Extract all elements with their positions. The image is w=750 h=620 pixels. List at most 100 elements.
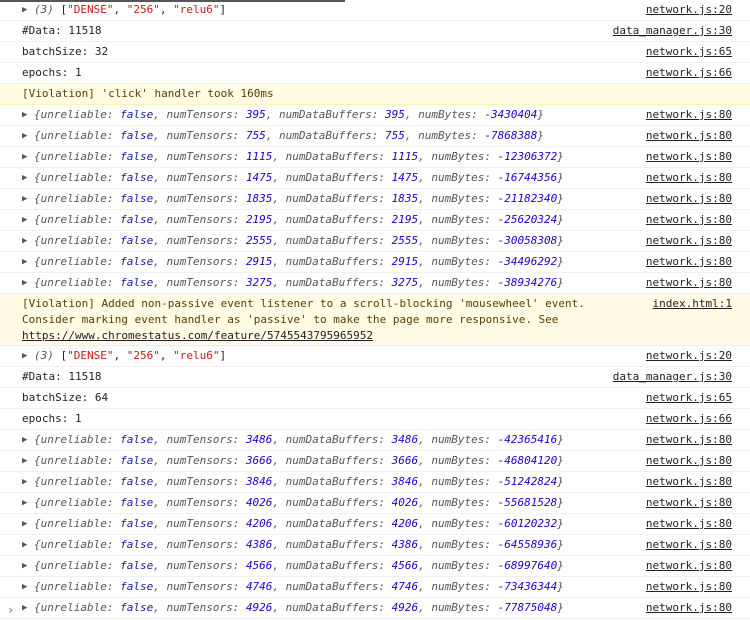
log-message: epochs: 1 [22,66,82,79]
memory-log-row[interactable]: ▶ {unreliable: false, numTensors: 755, nu… [0,126,750,147]
memory-log-row[interactable]: ▶ {unreliable: false, numTensors: 4566, n… [0,556,750,577]
expand-triangle-icon[interactable]: ▶ [22,252,27,272]
memory-log-row[interactable]: ▶ {unreliable: false, numTensors: 3486, n… [0,430,750,451]
source-link[interactable]: network.js:80 [646,451,732,471]
log-message: (3) ["DENSE", "256", "relu6"] [34,3,227,16]
prompt-chevron-icon: › [7,603,15,617]
source-link[interactable]: network.js:80 [646,556,732,576]
expand-triangle-icon[interactable]: ▶ [22,210,27,230]
source-link[interactable]: network.js:80 [646,493,732,513]
console-prompt[interactable]: › [0,601,750,620]
console-panel: ▶ (3) ["DENSE", "256", "relu6"] network.… [0,0,750,620]
source-link[interactable]: network.js:80 [646,168,732,188]
log-message: {unreliable: false, numTensors: 755, num… [34,129,544,142]
memory-log-row[interactable]: ▶ {unreliable: false, numTensors: 4206, n… [0,514,750,535]
log-message: {unreliable: false, numTensors: 3486, nu… [34,433,564,446]
expand-triangle-icon[interactable]: ▶ [22,0,27,20]
source-link[interactable]: network.js:20 [646,346,732,366]
source-link[interactable]: network.js:80 [646,105,732,125]
log-message: epochs: 1 [22,412,82,425]
source-link[interactable]: network.js:80 [646,189,732,209]
source-link[interactable]: network.js:80 [646,147,732,167]
log-message: {unreliable: false, numTensors: 4386, nu… [34,538,564,551]
source-link[interactable]: network.js:80 [646,472,732,492]
log-message: #Data: 11518 [22,24,102,37]
expand-triangle-icon[interactable]: ▶ [22,168,27,188]
source-link[interactable]: network.js:80 [646,577,732,597]
log-message: {unreliable: false, numTensors: 3846, nu… [34,475,564,488]
log-message: #Data: 11518 [22,370,102,383]
expand-triangle-icon[interactable]: ▶ [22,273,27,293]
source-link[interactable]: index.html:1 [653,296,732,312]
expand-triangle-icon[interactable]: ▶ [22,451,27,471]
log-message: batchSize: 64 [22,391,109,404]
log-message: {unreliable: false, numTensors: 2555, nu… [34,234,564,247]
source-link[interactable]: network.js:66 [646,409,732,429]
expand-triangle-icon[interactable]: ▶ [22,535,27,555]
source-link[interactable]: network.js:65 [646,388,732,408]
memory-log-row[interactable]: ▶ {unreliable: false, numTensors: 4746, n… [0,577,750,598]
log-message: {unreliable: false, numTensors: 4026, nu… [34,496,564,509]
source-link[interactable]: network.js:80 [646,535,732,555]
expand-triangle-icon[interactable]: ▶ [22,577,27,597]
memory-log-row[interactable]: ▶ {unreliable: false, numTensors: 395, nu… [0,105,750,126]
source-link[interactable]: network.js:80 [646,210,732,230]
log-message: {unreliable: false, numTensors: 2915, nu… [34,255,564,268]
source-link[interactable]: data_manager.js:30 [613,367,732,387]
expand-triangle-icon[interactable]: ▶ [22,189,27,209]
expand-triangle-icon[interactable]: ▶ [22,346,27,366]
memory-log-row[interactable]: ▶ {unreliable: false, numTensors: 4026, n… [0,493,750,514]
log-message: {unreliable: false, numTensors: 3666, nu… [34,454,564,467]
source-link[interactable]: network.js:80 [646,514,732,534]
expand-triangle-icon[interactable]: ▶ [22,126,27,146]
expand-triangle-icon[interactable]: ▶ [22,430,27,450]
chromestatus-link[interactable]: https://www.chromestatus.com/feature/574… [22,329,373,342]
memory-log-group: ▶ {unreliable: false, numTensors: 395, nu… [0,105,750,294]
source-link[interactable]: network.js:80 [646,252,732,272]
source-link[interactable]: network.js:80 [646,126,732,146]
source-link[interactable]: network.js:20 [646,0,732,20]
expand-triangle-icon[interactable]: ▶ [22,514,27,534]
memory-log-row[interactable]: ▶ {unreliable: false, numTensors: 3666, n… [0,451,750,472]
log-message: {unreliable: false, numTensors: 1835, nu… [34,192,564,205]
passive-violation-row: [Violation] Added non-passive event list… [0,294,750,346]
log-row: #Data: 11518 data_manager.js:30 [0,21,750,42]
source-link[interactable]: network.js:65 [646,42,732,62]
memory-log-row[interactable]: ▶ {unreliable: false, numTensors: 3275, n… [0,273,750,294]
log-row: epochs: 1 network.js:66 [0,409,750,430]
source-link[interactable]: network.js:80 [646,273,732,293]
expand-triangle-icon[interactable]: ▶ [22,472,27,492]
log-message: {unreliable: false, numTensors: 4566, nu… [34,559,564,572]
expand-triangle-icon[interactable]: ▶ [22,147,27,167]
memory-log-row[interactable]: ▶ {unreliable: false, numTensors: 1475, n… [0,168,750,189]
log-row: #Data: 11518 data_manager.js:30 [0,367,750,388]
memory-log-row[interactable]: ▶ {unreliable: false, numTensors: 2915, n… [0,252,750,273]
memory-log-row[interactable]: ▶ {unreliable: false, numTensors: 1835, n… [0,189,750,210]
log-message: {unreliable: false, numTensors: 3275, nu… [34,276,564,289]
memory-log-row[interactable]: ▶ {unreliable: false, numTensors: 2555, n… [0,231,750,252]
log-message: (3) ["DENSE", "256", "relu6"] [34,349,227,362]
expand-triangle-icon[interactable]: ▶ [22,556,27,576]
log-message: {unreliable: false, numTensors: 1475, nu… [34,171,564,184]
memory-log-row[interactable]: ▶ {unreliable: false, numTensors: 1115, n… [0,147,750,168]
source-link[interactable]: network.js:80 [646,430,732,450]
source-link[interactable]: network.js:66 [646,63,732,83]
log-message: {unreliable: false, numTensors: 395, num… [34,108,544,121]
log-message: {unreliable: false, numTensors: 1115, nu… [34,150,564,163]
expand-triangle-icon[interactable]: ▶ [22,105,27,125]
source-link[interactable]: data_manager.js:30 [613,21,732,41]
expand-triangle-icon[interactable]: ▶ [22,493,27,513]
violation-message: [Violation] Added non-passive event list… [22,297,585,326]
log-message: {unreliable: false, numTensors: 4746, nu… [34,580,564,593]
log-row: batchSize: 64 network.js:65 [0,388,750,409]
expand-triangle-icon[interactable]: ▶ [22,231,27,251]
model-config-log[interactable]: ▶ (3) ["DENSE", "256", "relu6"] network.… [0,346,750,367]
model-config-log[interactable]: ▶ (3) ["DENSE", "256", "relu6"] network.… [0,0,750,21]
log-message: {unreliable: false, numTensors: 4206, nu… [34,517,564,530]
memory-log-row[interactable]: ▶ {unreliable: false, numTensors: 2195, n… [0,210,750,231]
memory-log-group: ▶ {unreliable: false, numTensors: 3486, n… [0,430,750,619]
memory-log-row[interactable]: ▶ {unreliable: false, numTensors: 4386, n… [0,535,750,556]
memory-log-row[interactable]: ▶ {unreliable: false, numTensors: 3846, n… [0,472,750,493]
source-link[interactable]: network.js:80 [646,231,732,251]
console-input[interactable] [21,604,721,618]
